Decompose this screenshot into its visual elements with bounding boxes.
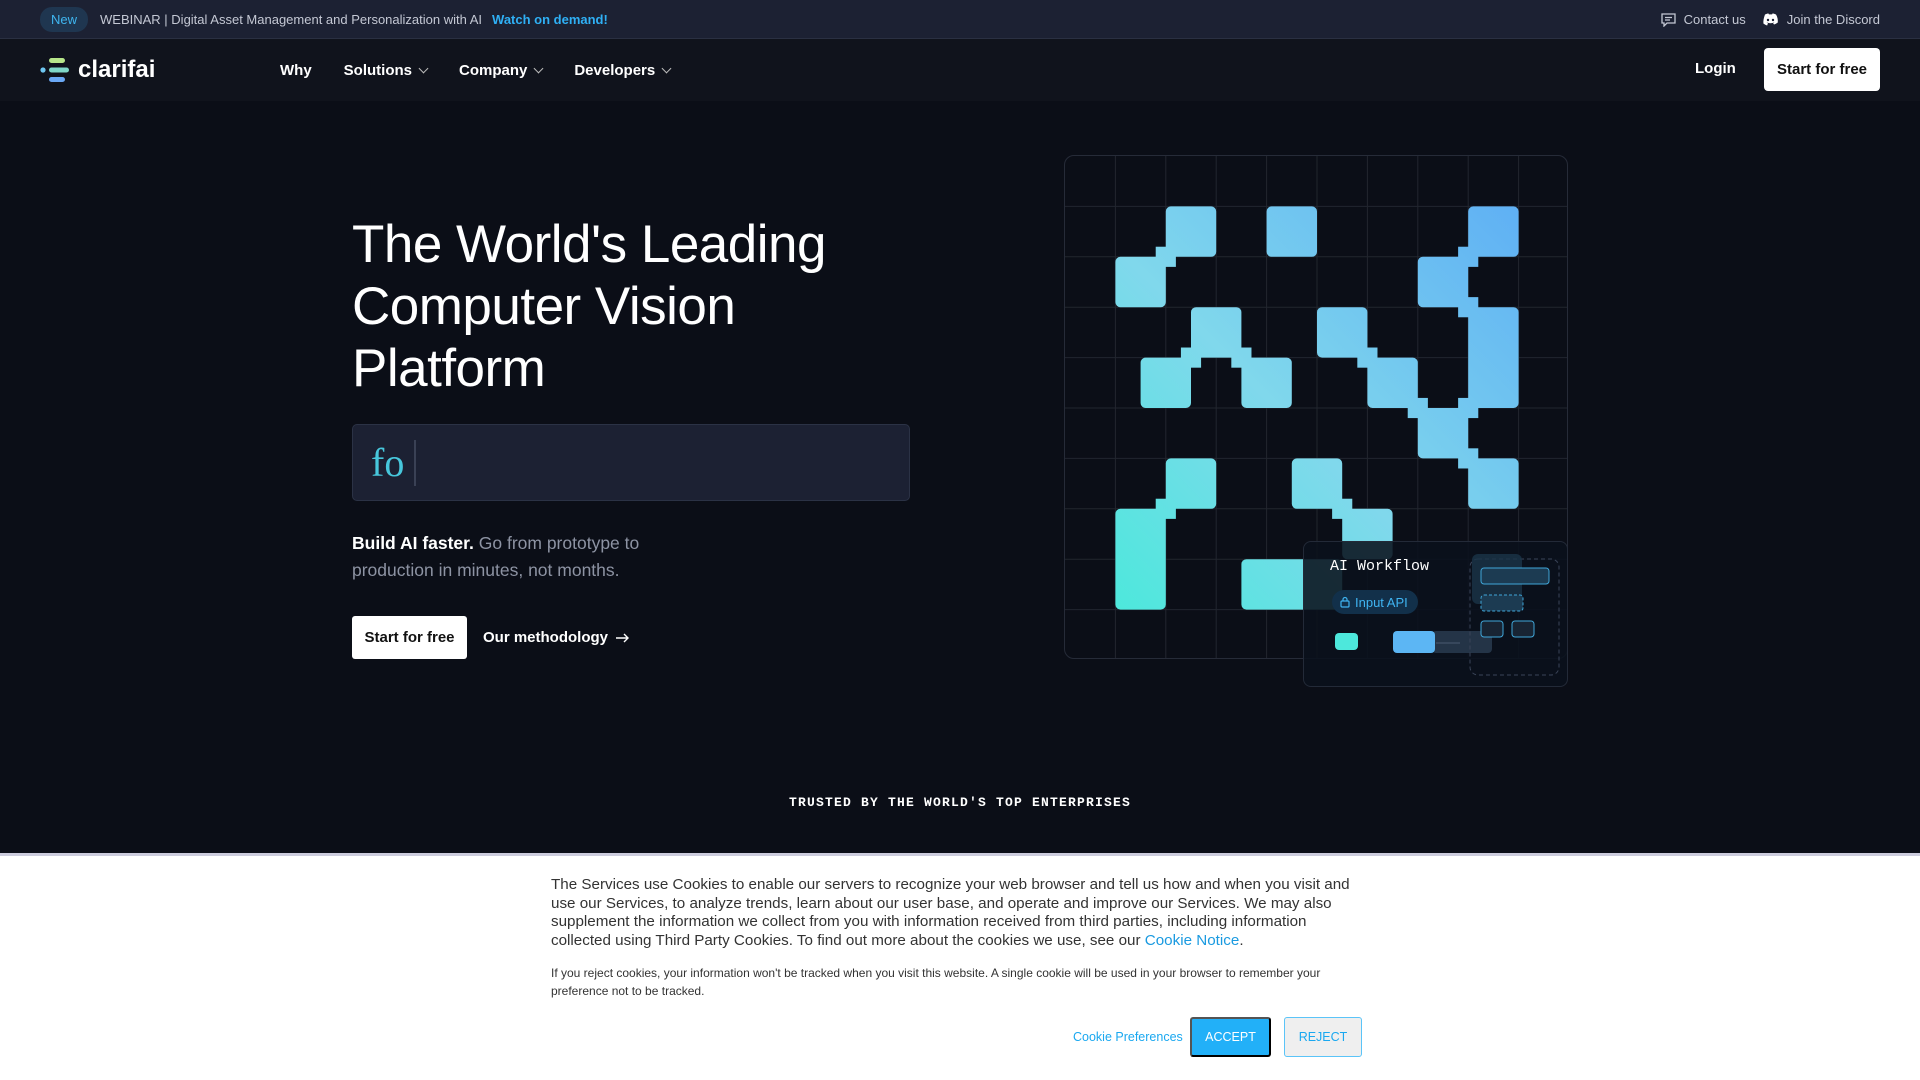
reject-cookies-button[interactable]: REJECT: [1284, 1017, 1362, 1057]
grid-block: [1468, 307, 1519, 408]
nav-company[interactable]: Company: [459, 62, 544, 79]
grid-block-joint: [1458, 448, 1479, 469]
start-free-button[interactable]: Start for free: [352, 616, 467, 659]
methodology-link[interactable]: Our methodology: [483, 616, 630, 659]
grid-block: [1115, 508, 1166, 610]
brand-name: clarifai: [78, 56, 156, 83]
cookie-text: The Services use Cookies to enable our s…: [551, 876, 1350, 949]
grid-block-joint: [1458, 246, 1479, 267]
new-badge: New: [40, 6, 89, 32]
grid-block-joint: [1332, 498, 1353, 519]
clarifai-logo-icon: [40, 58, 69, 82]
chat-icon: [1660, 12, 1676, 27]
clarifai-logo[interactable]: clarifai: [40, 56, 155, 84]
grid-block: [1266, 206, 1317, 257]
trusted-heading: TRUSTED BY THE WORLD'S TOP ENTERPRISES: [788, 795, 1132, 810]
grid-block-joint: [1155, 246, 1176, 267]
chevron-down-icon: [533, 63, 544, 73]
accept-cookies-button[interactable]: ACCEPT: [1190, 1017, 1271, 1057]
typed-text: fo: [371, 440, 405, 485]
grid-block-joint: [1180, 347, 1202, 368]
cookie-preferences-link[interactable]: Cookie Preferences: [1073, 1030, 1183, 1044]
chevron-down-icon: [661, 63, 672, 73]
contact-us-link[interactable]: Contact us: [1660, 12, 1746, 27]
discord-icon: [1763, 13, 1778, 26]
grid-block-joint: [1458, 397, 1479, 419]
webinar-text: WEBINAR | Digital Asset Management and P…: [100, 11, 483, 27]
login-link[interactable]: Login: [1695, 60, 1736, 77]
workflow-diagram: [1335, 554, 1560, 676]
grid-block-joint: [1155, 498, 1176, 519]
nav-why[interactable]: Why: [280, 62, 312, 79]
text-caret: [414, 439, 417, 486]
main-nav: clarifai Why Solutions Company Developer…: [0, 39, 1920, 101]
hero-title: The World's Leading Computer Vision Plat…: [352, 215, 826, 398]
grid-block-joint: [1458, 297, 1479, 318]
nav-developers[interactable]: Developers: [574, 62, 672, 79]
ai-workflow-card: AI Workflow Input API: [1303, 541, 1568, 687]
grid-block-joint: [1407, 397, 1428, 419]
typing-display: fo: [352, 424, 910, 501]
start-free-nav-button[interactable]: Start for free: [1764, 48, 1880, 91]
nav-solutions[interactable]: Solutions: [344, 62, 429, 79]
announcement-bar: New WEBINAR | Digital Asset Management a…: [0, 0, 1920, 39]
grid-block-joint: [1357, 347, 1378, 368]
hero-lead: Build AI faster. Go from prototype to pr…: [352, 533, 640, 580]
cookie-notice-link[interactable]: Cookie Notice: [1145, 932, 1240, 949]
join-discord-link[interactable]: Join the Discord: [1762, 12, 1880, 27]
cookie-reject-note: If you reject cookies, your information …: [551, 966, 1321, 998]
arrow-right-icon: [616, 633, 629, 642]
chevron-down-icon: [418, 63, 429, 73]
watch-on-demand-link[interactable]: Watch on demand!: [492, 12, 608, 27]
grid-block-joint: [1231, 347, 1252, 368]
cookie-banner: The Services use Cookies to enable our s…: [0, 853, 1920, 1080]
